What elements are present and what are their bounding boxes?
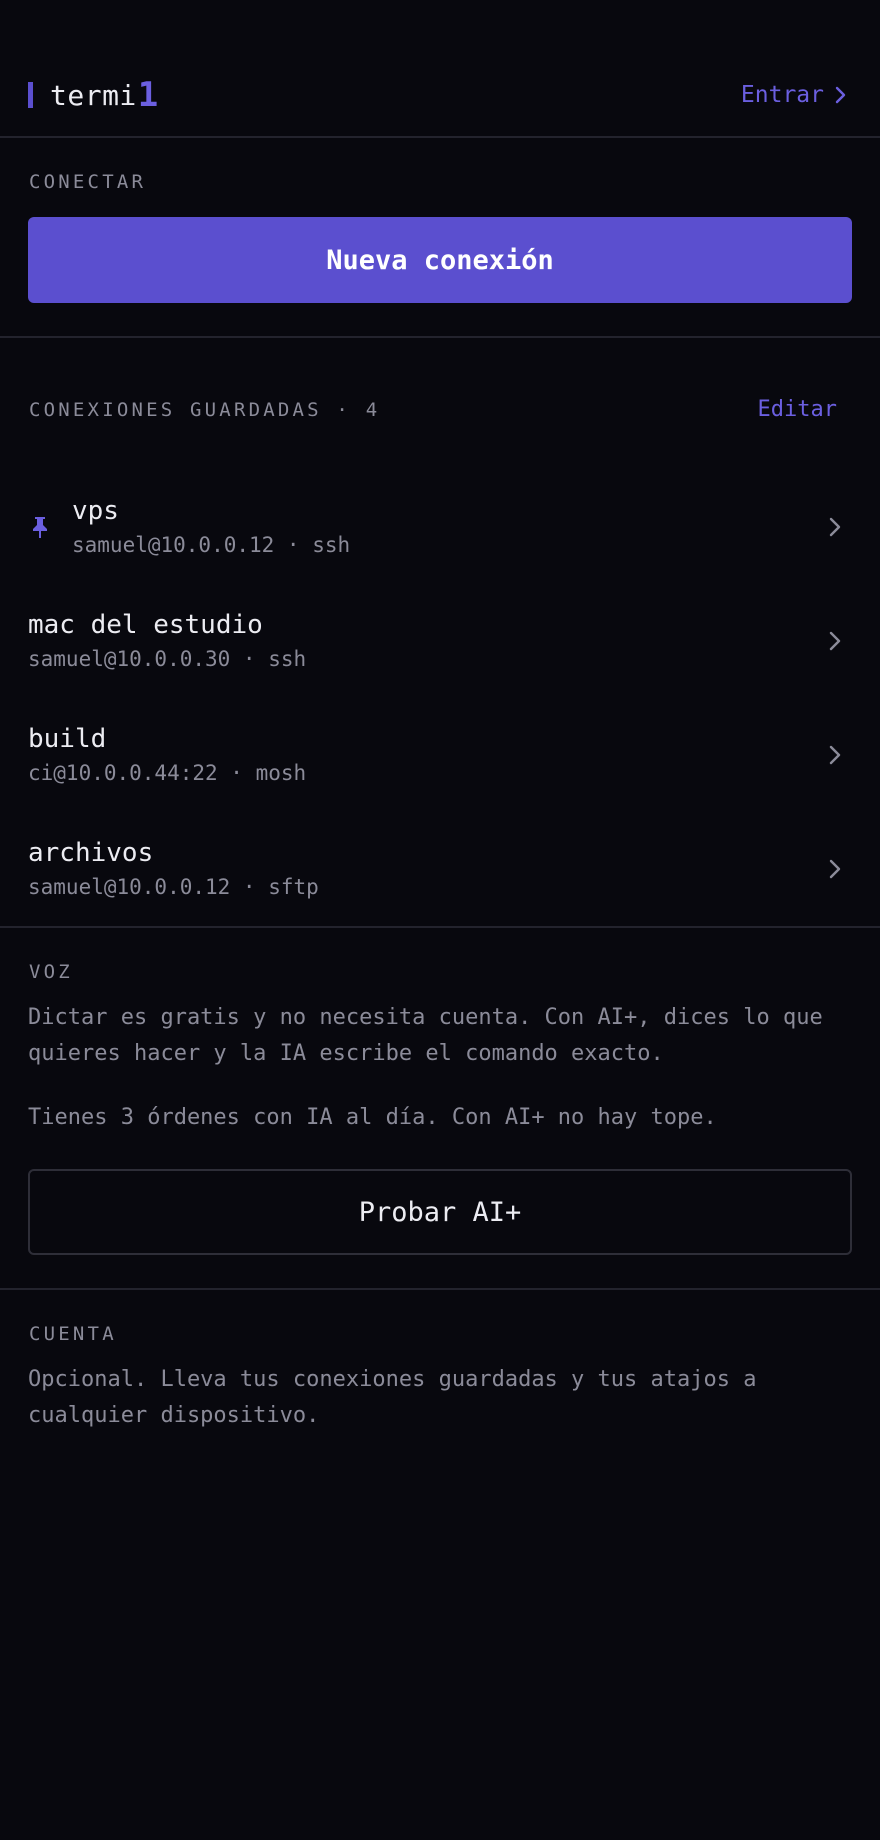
chevron-right-icon [829,745,841,765]
voice-description: Dictar es gratis y no necesita cuenta. C… [28,1005,823,1066]
voice-section-label: VOZ [29,961,73,983]
connection-name: build [28,724,107,754]
app-logo: termi 1 [28,75,158,115]
connection-name: mac del estudio [28,610,263,640]
top-bar: termi 1 Entrar [0,0,880,138]
section-divider [0,1288,880,1290]
connection-row-vps[interactable]: vps samuel@10.0.0.12 · ssh [0,470,880,584]
saved-connections-label: CONEXIONES GUARDADAS · 4 [29,399,381,421]
chevron-right-icon [829,631,841,651]
connect-section-label: CONECTAR [29,171,147,193]
connection-row-archivos[interactable]: archivos samuel@10.0.0.12 · sftp [0,812,880,926]
account-description: Opcional. Lleva tus conexiones guardadas… [28,1367,757,1428]
voice-quota-text: Tienes 3 órdenes con IA al día. Con AI+ … [28,1105,717,1130]
chevron-right-icon [835,86,846,104]
sign-in-label: Entrar [740,82,824,108]
sign-in-link[interactable]: Entrar [741,80,846,110]
connection-meta: samuel@10.0.0.12 · sftp [28,875,319,899]
pin-icon [33,517,47,538]
chevron-right-icon [829,859,841,879]
connection-name: archivos [28,838,154,868]
logo-text: termi [50,78,137,112]
chevron-right-icon [829,517,841,537]
logo-bar-icon [28,82,33,108]
connection-row-build[interactable]: build ci@10.0.0.44:22 · mosh [0,698,880,812]
edit-connections-button[interactable]: Editar [758,397,837,422]
section-divider [0,926,880,928]
connection-name: vps [72,496,119,526]
connection-meta: samuel@10.0.0.12 · ssh [72,533,351,557]
connection-row-mac-del-estudio[interactable]: mac del estudio samuel@10.0.0.30 · ssh [0,584,880,698]
section-divider [0,336,880,338]
account-section-label: CUENTA [29,1323,117,1345]
logo-cursor: 1 [137,75,159,115]
new-connection-button[interactable]: Nueva conexión [28,217,852,303]
connection-meta: ci@10.0.0.44:22 · mosh [28,761,307,785]
try-ai-plus-button[interactable]: Probar AI+ [28,1169,852,1255]
connection-meta: samuel@10.0.0.30 · ssh [28,647,307,671]
